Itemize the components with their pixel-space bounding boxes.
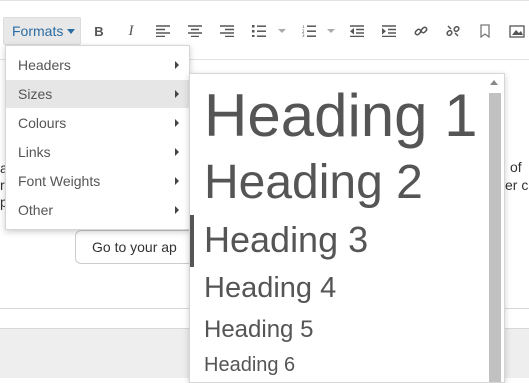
caret-down-icon bbox=[67, 28, 76, 34]
menu-item-label: Other bbox=[18, 202, 54, 218]
menu-item-font-weights[interactable]: Font Weights bbox=[6, 167, 189, 195]
align-center-icon[interactable] bbox=[186, 23, 204, 39]
active-indicator bbox=[190, 215, 194, 267]
text-fragment: r bbox=[0, 177, 5, 193]
menu-item-label: Font Weights bbox=[18, 173, 101, 189]
image-icon[interactable] bbox=[508, 23, 526, 39]
menu-item-label: Colours bbox=[18, 115, 67, 131]
formats-label: Formats bbox=[12, 23, 64, 39]
menu-item-headers[interactable]: Headers bbox=[6, 51, 189, 79]
chevron-right-icon bbox=[175, 119, 179, 127]
scrollbar-thumb[interactable] bbox=[489, 93, 501, 382]
text-fragment: of bbox=[510, 159, 522, 175]
submenu-item-heading-6[interactable]: Heading 6 bbox=[204, 355, 295, 375]
submenu-item-heading-3[interactable]: Heading 3 bbox=[204, 222, 368, 258]
link-icon[interactable] bbox=[412, 23, 430, 39]
formats-menu: Headers Sizes Colours Links Font Weights… bbox=[5, 45, 190, 230]
chevron-right-icon bbox=[175, 148, 179, 156]
submenu-item-heading-5[interactable]: Heading 5 bbox=[204, 318, 313, 342]
menu-item-links[interactable]: Links bbox=[6, 138, 189, 166]
svg-text:3: 3 bbox=[302, 33, 305, 37]
text-fragment: er c bbox=[505, 177, 529, 193]
chevron-right-icon bbox=[175, 206, 179, 214]
bold-icon[interactable]: B bbox=[90, 23, 108, 39]
align-right-icon[interactable] bbox=[218, 23, 236, 39]
chevron-right-icon bbox=[175, 61, 179, 69]
outdent-icon[interactable] bbox=[348, 23, 366, 39]
submenu-item-heading-1[interactable]: Heading 1 bbox=[204, 86, 478, 146]
bullet-list-caret-icon[interactable] bbox=[278, 29, 286, 33]
indent-icon[interactable] bbox=[380, 23, 398, 39]
bullet-list-icon[interactable] bbox=[250, 23, 268, 39]
align-left-icon[interactable] bbox=[154, 23, 172, 39]
chevron-right-icon bbox=[175, 177, 179, 185]
sizes-submenu: Heading 1 Heading 2 Heading 3 Heading 4 … bbox=[189, 73, 505, 383]
submenu-item-heading-4[interactable]: Heading 4 bbox=[204, 274, 336, 303]
chevron-right-icon bbox=[175, 90, 179, 98]
numbered-list-icon[interactable]: 123 bbox=[300, 23, 318, 39]
numbered-list-caret-icon[interactable] bbox=[327, 29, 335, 33]
menu-item-other[interactable]: Other bbox=[6, 196, 189, 224]
menu-item-colours[interactable]: Colours bbox=[6, 109, 189, 137]
italic-icon[interactable]: I bbox=[122, 23, 140, 39]
scroll-up-arrow-icon[interactable] bbox=[490, 80, 498, 85]
menu-item-label: Links bbox=[18, 144, 51, 160]
unlink-icon[interactable] bbox=[444, 23, 462, 39]
formats-dropdown-button[interactable]: Formats bbox=[3, 17, 81, 45]
menu-item-sizes[interactable]: Sizes bbox=[6, 80, 189, 108]
bookmark-icon[interactable] bbox=[476, 23, 494, 39]
menu-item-label: Sizes bbox=[18, 86, 53, 102]
submenu-item-heading-2[interactable]: Heading 2 bbox=[204, 159, 423, 207]
menu-item-label: Headers bbox=[18, 57, 71, 73]
